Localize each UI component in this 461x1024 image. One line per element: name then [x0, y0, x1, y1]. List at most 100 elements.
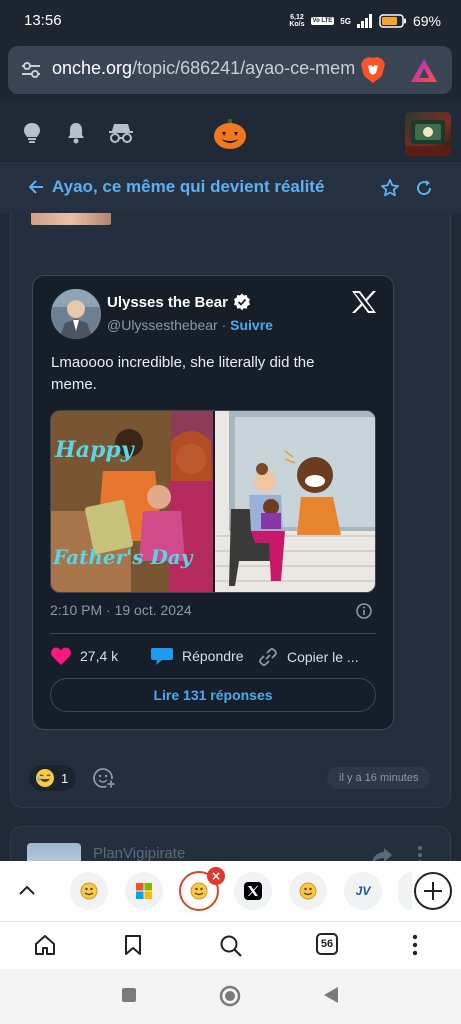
bookmark-icon[interactable] — [124, 934, 142, 956]
tweet-embed[interactable]: Ulysses the Bear @Ulyssesthebear · Suivr… — [32, 275, 394, 730]
browser-bottom-nav: 56 — [0, 921, 461, 969]
topic-bar: Ayao, ce même qui devient réalité — [0, 165, 461, 213]
tweet-separator: · — [221, 317, 227, 333]
heart-icon — [51, 647, 71, 665]
info-icon[interactable] — [355, 602, 373, 620]
signal-icon — [356, 14, 372, 28]
reaction-count: 1 — [61, 770, 69, 786]
onche-smiley-icon — [299, 882, 317, 900]
jv-logo-icon: JV — [355, 884, 371, 898]
tab-partial[interactable] — [398, 872, 412, 910]
laughing-emoji-icon — [36, 769, 54, 787]
lightbulb-icon[interactable] — [22, 122, 42, 144]
brave-lion-icon[interactable] — [360, 56, 386, 84]
tweet-handle[interactable]: @Ulyssesthebear — [107, 317, 218, 333]
refresh-icon[interactable] — [414, 178, 434, 198]
cartoon-image — [215, 411, 375, 592]
status-time: 13:56 — [24, 12, 62, 29]
address-bar[interactable]: onche.org/topic/686241/ayao-ce-mem — [8, 46, 452, 94]
user-avatar-image — [405, 120, 451, 156]
tab-jv[interactable]: JV — [344, 872, 382, 910]
like-button[interactable]: 27,4 k — [50, 646, 118, 666]
post-card: Ulysses the Bear @Ulyssesthebear · Suivr… — [10, 213, 451, 808]
previous-image-fragment — [31, 213, 111, 225]
media-overlay-bottom: Father's Day — [53, 545, 193, 569]
reply-button[interactable]: Répondre — [150, 646, 244, 666]
tweet-author-avatar-image — [51, 289, 101, 339]
add-reaction-icon[interactable] — [91, 765, 117, 791]
new-tab-button[interactable] — [414, 872, 452, 910]
tab-onche-active[interactable]: × — [179, 867, 225, 911]
media-photo-left[interactable]: Happy Father's Day — [51, 411, 213, 592]
tweet-author-avatar[interactable] — [51, 289, 101, 339]
battery-percent: 69% — [412, 13, 441, 29]
copy-link-label: Copier le ... — [287, 649, 359, 665]
reply-label: Répondre — [182, 648, 244, 664]
network-type: 5G — [340, 16, 351, 26]
bell-icon[interactable] — [66, 122, 86, 144]
tab-windows[interactable] — [125, 872, 163, 910]
net-speed-unit: Ko/s — [289, 21, 305, 28]
home-circle-icon[interactable] — [219, 985, 241, 1007]
next-post-card: PlanVigipirate — [10, 826, 451, 866]
link-icon — [259, 648, 277, 666]
url-path: /topic/686241/ayao-ce-mem — [132, 58, 356, 78]
back-triangle-icon[interactable] — [322, 985, 340, 1005]
next-post-author[interactable]: PlanVigipirate — [93, 845, 185, 862]
status-bar: 13:56 6,12 Ko/s Vo LTE 5G 69% — [0, 0, 461, 42]
copy-link-button[interactable]: Copier le ... — [257, 646, 359, 668]
screen: 13:56 6,12 Ko/s Vo LTE 5G 69% onche.org/… — [0, 0, 461, 1024]
media-cartoon-right[interactable] — [215, 411, 375, 592]
home-icon[interactable] — [34, 934, 56, 956]
incognito-icon[interactable] — [108, 122, 134, 144]
tweet-author-name[interactable]: Ulysses the Bear — [107, 293, 251, 311]
tab-onche-2[interactable] — [289, 872, 327, 910]
back-arrow-icon[interactable] — [28, 179, 44, 195]
verified-badge-icon — [233, 293, 250, 311]
tweet-media[interactable]: Happy Father's Day — [50, 410, 376, 593]
tweet-timestamp[interactable]: 2:10 PM · 19 oct. 2024 — [50, 602, 192, 618]
browser-toolbar: onche.org/topic/686241/ayao-ce-mem — [0, 42, 461, 100]
onche-smiley-icon-active — [190, 882, 208, 900]
topic-title[interactable]: Ayao, ce même qui devient réalité — [52, 177, 324, 197]
tab-onche-1[interactable] — [70, 872, 108, 910]
battery-icon — [379, 14, 406, 28]
reply-bubble-icon — [151, 648, 173, 665]
x-logo-icon — [244, 882, 262, 900]
net-speed-value: 6,12 — [290, 14, 304, 21]
recents-icon[interactable] — [121, 987, 137, 1003]
post-time: il y a 16 minutes — [327, 767, 431, 789]
tweet-actions: 27,4 k Répondre Copier le ... — [50, 646, 380, 670]
plus-icon — [424, 882, 442, 900]
tab-strip: × JV — [0, 861, 461, 921]
like-count: 27,4 k — [80, 648, 119, 664]
menu-more-icon[interactable] — [412, 934, 418, 956]
user-avatar[interactable] — [405, 112, 451, 156]
windows-logo-icon — [136, 883, 152, 899]
tweet-handle-line: @Ulyssesthebear · Suivre — [107, 317, 273, 333]
tweet-divider — [50, 633, 376, 634]
read-replies-button[interactable]: Lire 131 réponses — [50, 678, 376, 712]
url-text[interactable]: onche.org/topic/686241/ayao-ce-mem — [52, 58, 358, 79]
x-logo-icon[interactable] — [351, 290, 377, 314]
tweet-text: Lmaoooo incredible, she literally did th… — [51, 354, 315, 393]
search-icon[interactable] — [219, 934, 243, 958]
site-settings-icon[interactable] — [20, 60, 42, 80]
net-speed: 6,12 Ko/s — [289, 14, 304, 28]
brave-rewards-triangle-icon[interactable] — [410, 58, 438, 84]
volte-badge: Vo LTE — [310, 17, 335, 25]
media-overlay-top: Happy — [55, 437, 134, 463]
follow-link[interactable]: Suivre — [230, 317, 273, 333]
forum-header — [0, 100, 461, 164]
tab-count-button[interactable]: 56 — [316, 933, 338, 955]
star-icon[interactable] — [380, 178, 400, 198]
close-tab-icon[interactable]: × — [207, 867, 225, 885]
tweet-author-name-text: Ulysses the Bear — [107, 293, 228, 311]
chevron-up-icon[interactable] — [16, 879, 38, 901]
onche-smiley-icon — [80, 882, 98, 900]
reaction-pill[interactable]: 1 — [29, 765, 77, 791]
android-nav-bar — [0, 969, 461, 1024]
tab-x[interactable] — [234, 872, 272, 910]
status-icons: 6,12 Ko/s Vo LTE 5G 69% — [289, 10, 441, 32]
pumpkin-logo-icon[interactable] — [213, 118, 247, 150]
